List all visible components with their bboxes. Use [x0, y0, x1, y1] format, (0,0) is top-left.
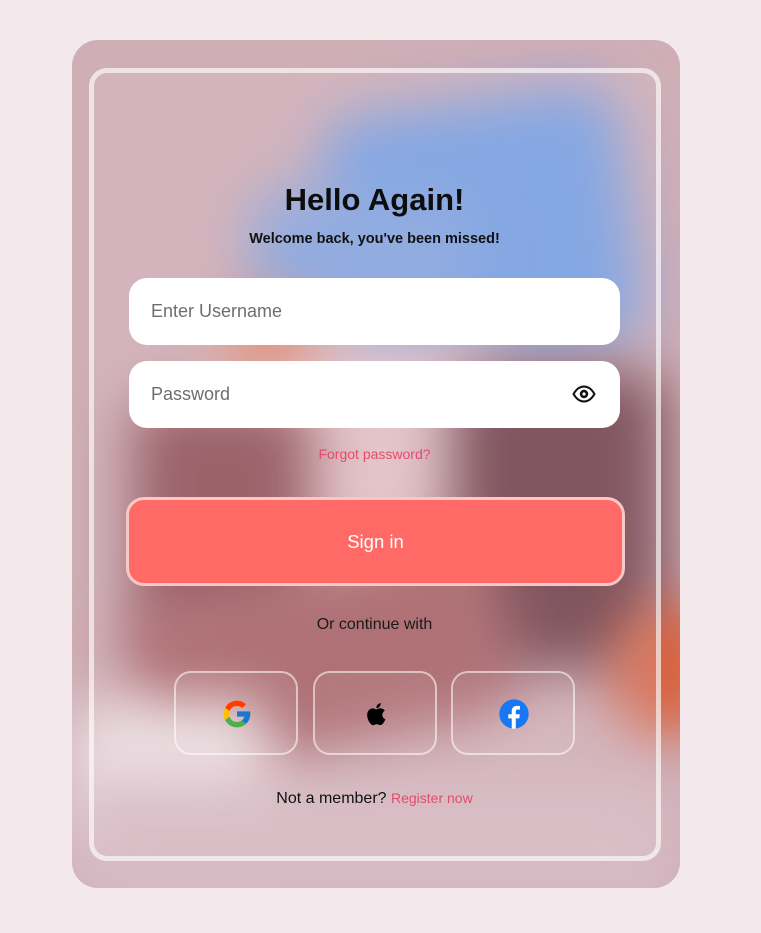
- google-icon: [223, 700, 251, 728]
- facebook-icon: [499, 699, 529, 729]
- register-row: Not a member? Register now: [0, 790, 749, 808]
- continue-with-label: Or continue with: [316, 616, 433, 633]
- register-prompt: Not a member?: [276, 790, 387, 807]
- register-link[interactable]: Register now: [391, 790, 473, 806]
- apple-button[interactable]: [313, 671, 437, 755]
- eye-icon[interactable]: [572, 384, 596, 404]
- username-input[interactable]: [151, 278, 551, 345]
- apple-icon: [367, 703, 386, 726]
- page-subtitle: Welcome back, you've been missed!: [249, 231, 500, 247]
- password-field-container: [129, 361, 620, 428]
- page-title: Hello Again!: [284, 182, 465, 217]
- google-button[interactable]: [174, 671, 298, 755]
- sign-in-button[interactable]: Sign in: [126, 497, 625, 586]
- facebook-button[interactable]: [451, 671, 575, 755]
- password-input[interactable]: [151, 361, 551, 428]
- login-form: Hello Again! Welcome back, you've been m…: [0, 0, 761, 933]
- forgot-password-link[interactable]: Forgot password?: [0, 446, 749, 462]
- username-field-container: [129, 278, 620, 345]
